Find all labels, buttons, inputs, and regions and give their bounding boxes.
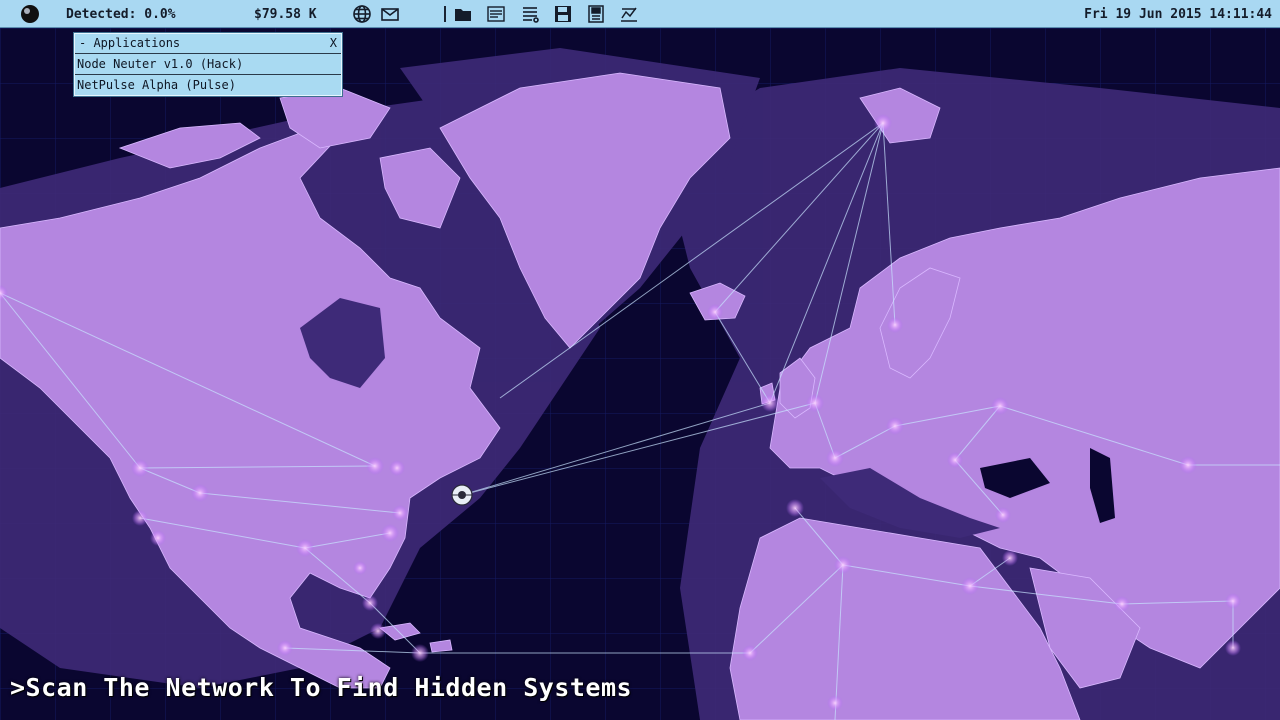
save-disk-icon[interactable]	[553, 4, 573, 24]
date-time: Fri 19 Jun 2015 14:11:44	[1084, 7, 1272, 22]
network-node[interactable]	[742, 645, 758, 661]
network-node[interactable]	[786, 499, 804, 517]
network-node[interactable]	[995, 507, 1011, 523]
network-node[interactable]	[1002, 550, 1018, 566]
system-orb-icon[interactable]	[20, 4, 40, 24]
applications-window: - Applications X Node Neuter v1.0 (Hack)…	[74, 33, 342, 96]
globe-icon[interactable]	[352, 4, 372, 24]
network-node[interactable]	[381, 524, 399, 542]
network-node[interactable]	[132, 510, 148, 526]
money-balance: $79.58 K	[254, 7, 317, 22]
folder-icon[interactable]	[453, 4, 473, 24]
notes-icon[interactable]	[586, 4, 606, 24]
network-node[interactable]	[961, 577, 979, 595]
detection-level: Detected: 0.0%	[66, 7, 176, 22]
network-node[interactable]	[1114, 596, 1130, 612]
stats-icon[interactable]	[619, 4, 639, 24]
network-node[interactable]	[131, 459, 149, 477]
network-node[interactable]	[874, 114, 892, 132]
network-node[interactable]	[392, 505, 408, 521]
network-node[interactable]	[827, 695, 843, 711]
applications-title: - Applications	[79, 36, 181, 50]
network-node[interactable]	[1225, 593, 1241, 609]
log-viewer-icon[interactable]	[486, 4, 506, 24]
network-node[interactable]	[296, 539, 314, 557]
network-node[interactable]	[353, 561, 367, 575]
network-node[interactable]	[191, 484, 209, 502]
network-node[interactable]	[826, 449, 844, 467]
network-node[interactable]	[991, 397, 1009, 415]
mail-icon[interactable]	[380, 4, 400, 24]
network-node[interactable]	[761, 394, 779, 412]
network-node[interactable]	[277, 640, 293, 656]
task-list-icon[interactable]	[520, 4, 540, 24]
network-node[interactable]	[806, 394, 824, 412]
home-node-icon[interactable]	[451, 484, 473, 506]
network-node[interactable]	[707, 304, 723, 320]
network-node[interactable]	[389, 460, 405, 476]
network-node[interactable]	[834, 556, 852, 574]
network-node[interactable]	[947, 452, 963, 468]
network-node[interactable]	[366, 457, 384, 475]
network-node[interactable]	[150, 530, 166, 546]
network-node[interactable]	[1179, 456, 1197, 474]
toolbar-separator	[444, 6, 446, 22]
network-node[interactable]	[362, 595, 378, 611]
close-button[interactable]: X	[330, 34, 337, 53]
network-node[interactable]	[1225, 640, 1241, 656]
applications-titlebar[interactable]: - Applications X	[75, 34, 341, 54]
top-bar: Detected: 0.0% $79.58 K Fri 19 Jun 2015 …	[0, 0, 1280, 28]
objective-text: >Scan The Network To Find Hidden Systems	[10, 673, 633, 702]
network-node[interactable]	[886, 417, 904, 435]
network-node[interactable]	[370, 623, 386, 639]
network-node[interactable]	[887, 317, 903, 333]
app-item-netpulse[interactable]: NetPulse Alpha (Pulse)	[75, 75, 341, 95]
app-item-node-neuter[interactable]: Node Neuter v1.0 (Hack)	[75, 54, 341, 75]
network-node[interactable]	[411, 644, 429, 662]
world-map	[0, 28, 1280, 720]
